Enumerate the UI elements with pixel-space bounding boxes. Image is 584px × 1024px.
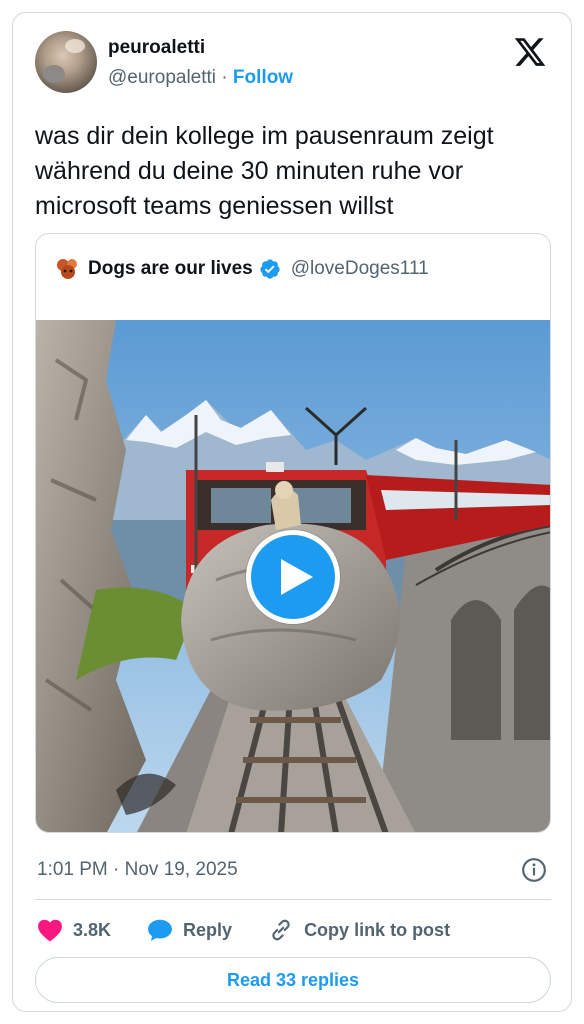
tweet-card: peuroaletti @europaletti · Follow was di… [12,12,572,1012]
like-button[interactable]: 3.8K [37,918,111,942]
reply-label: Reply [183,919,233,940]
quoted-tweet[interactable]: Dogs are our lives @loveDoges111 [35,233,551,833]
author-handle-row: @europaletti · Follow [108,67,293,89]
copy-link-button[interactable]: Copy link to post [268,917,450,943]
copy-link-label: Copy link to post [304,919,451,940]
reply-button[interactable]: Reply [147,918,232,942]
x-logo-icon[interactable] [513,35,547,69]
read-replies-button[interactable]: Read 33 replies [35,957,551,1003]
author-handle[interactable]: @europaletti [108,67,216,88]
play-button[interactable] [246,530,340,624]
tweet-timestamp[interactable]: 1:01 PM · Nov 19, 2025 [37,859,238,881]
info-icon[interactable] [521,857,547,883]
divider [35,899,551,900]
follow-button[interactable]: Follow [233,67,293,88]
verified-badge-icon [260,259,280,279]
video-thumbnail[interactable] [36,320,550,832]
quoted-handle[interactable]: @loveDoges111 [291,258,429,280]
quoted-tweet-header: Dogs are our lives @loveDoges111 [54,254,429,284]
action-bar: 3.8K Reply Copy link to post [37,915,486,945]
like-count: 3.8K [73,919,112,940]
heart-icon [38,919,62,942]
author-avatar[interactable] [35,31,97,93]
play-icon [281,559,313,595]
author-display-name[interactable]: peuroaletti [108,37,205,59]
handle-separator: · [221,67,228,88]
speech-bubble-icon [148,919,172,941]
link-icon [272,919,290,941]
quoted-display-name[interactable]: Dogs are our lives [88,258,253,280]
quoted-author-avatar[interactable] [54,255,82,283]
tweet-text: was dir dein kollege im pausenraum zeigt… [35,122,494,220]
